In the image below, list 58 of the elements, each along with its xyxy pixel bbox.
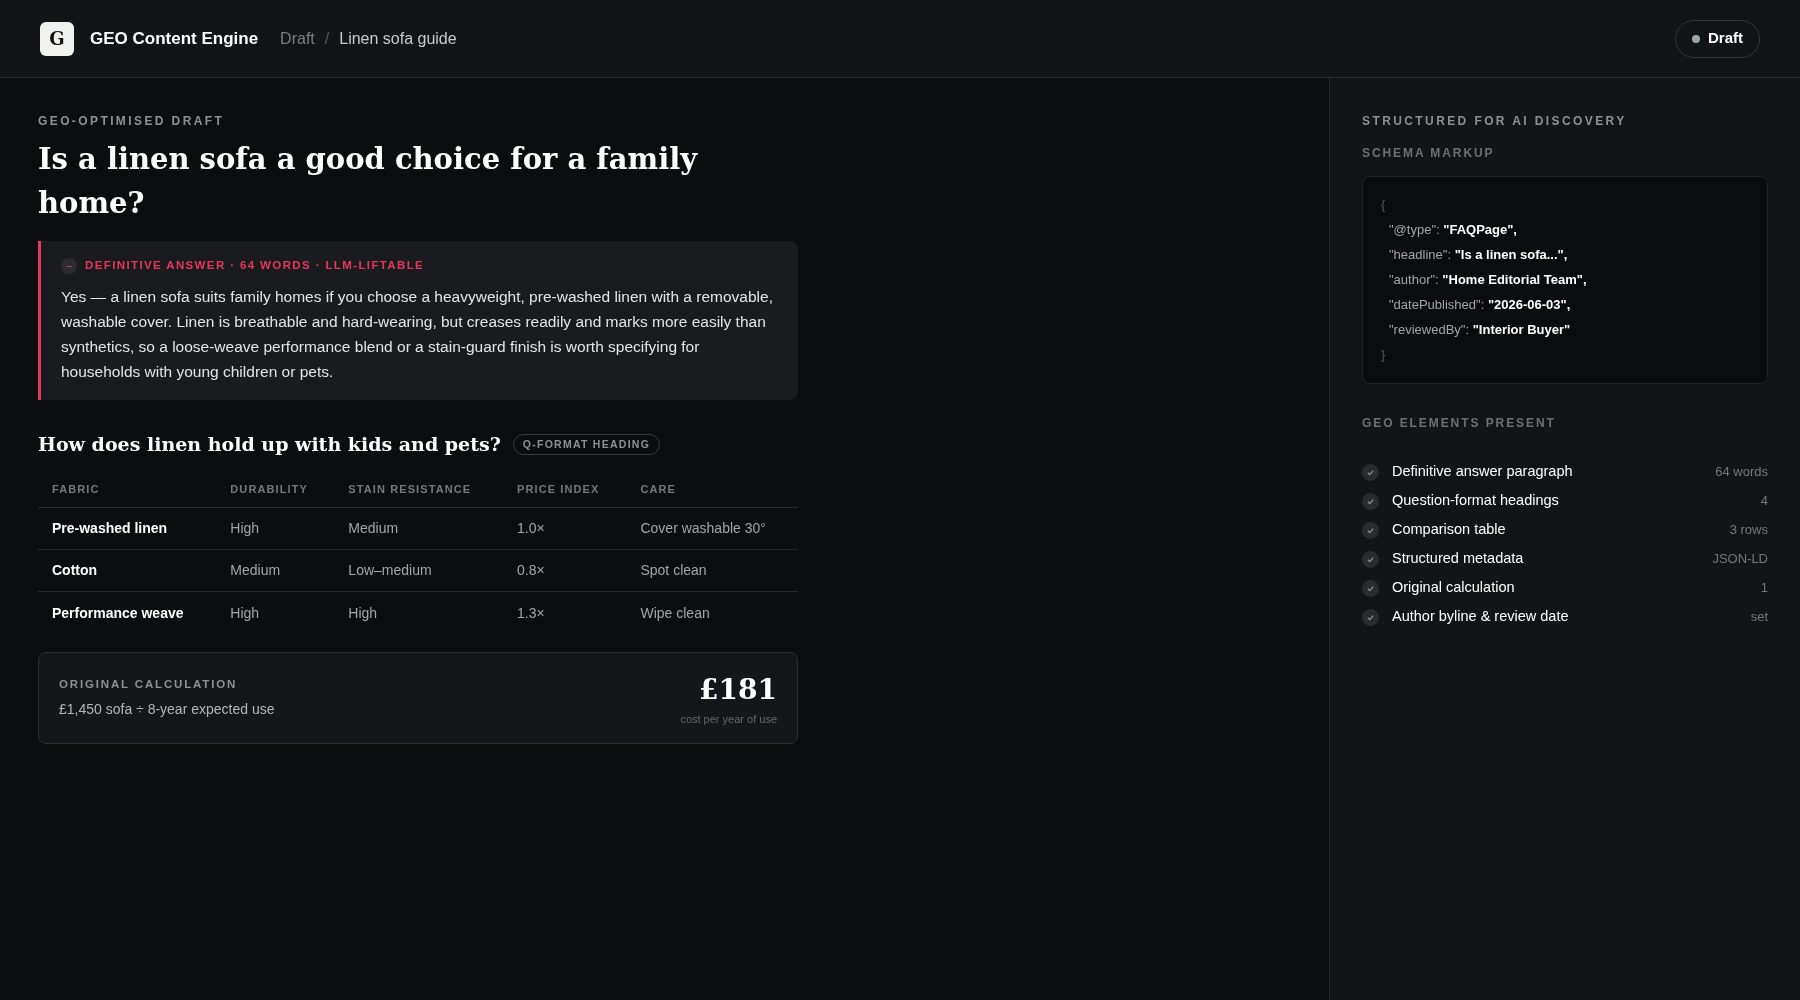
column-header: PRICE INDEX xyxy=(503,476,627,508)
element-label: Original calculation xyxy=(1392,578,1515,598)
breadcrumb-link[interactable]: Draft xyxy=(280,26,315,51)
table-cell: Cover washable 30° xyxy=(626,507,798,550)
table-cell: High xyxy=(216,507,335,550)
schema-title: SCHEMA MARKUP xyxy=(1362,145,1496,162)
column-header: FABRIC xyxy=(38,476,217,508)
element-label: Definitive answer paragraph xyxy=(1392,462,1573,482)
elements-title: GEO ELEMENTS PRESENT xyxy=(1362,415,1557,432)
table-cell: Low–medium xyxy=(334,549,504,592)
calculation-caption: cost per year of use xyxy=(680,711,777,727)
table-cell: 1.3× xyxy=(503,591,627,634)
calculation-formula: £1,450 sofa ÷ 8-year expected use xyxy=(59,700,275,720)
table-cell: Wipe clean xyxy=(626,591,798,634)
element-value: 3 rows xyxy=(1729,521,1768,540)
code-line: "datePublished": "2026-06-03", xyxy=(1388,296,1572,314)
article-title: Is a linen sofa a good choice for a family home? xyxy=(38,141,699,222)
section-heading: How does linen hold up with kids and pets? xyxy=(38,432,501,458)
element-label: Question-format headings xyxy=(1392,491,1559,511)
element-label: Structured metadata xyxy=(1392,549,1524,569)
table-cell: 1.0× xyxy=(503,507,627,550)
table-cell: Pre-washed linen xyxy=(38,507,217,550)
element-value: 1 xyxy=(1760,579,1768,598)
code-line: "reviewedBy": "Interior Buyer" xyxy=(1388,321,1572,339)
code-line: "author": "Home Editorial Team", xyxy=(1388,271,1588,289)
code-brace: } xyxy=(1381,346,1387,364)
status-label: Draft xyxy=(1708,28,1743,49)
table-cell: Medium xyxy=(334,507,504,550)
app-name: GEO Content Engine xyxy=(90,27,259,50)
column-header: CARE xyxy=(626,476,798,508)
table-cell: Performance weave xyxy=(38,591,217,634)
breadcrumb-separator: / xyxy=(324,28,330,49)
element-value: JSON-LD xyxy=(1712,550,1768,569)
table-cell: Medium xyxy=(216,549,335,592)
calculation-label: ORIGINAL CALCULATION xyxy=(59,676,239,692)
element-value: set xyxy=(1750,608,1768,627)
table-cell: High xyxy=(216,591,335,634)
column-header: DURABILITY xyxy=(216,476,335,508)
element-value: 4 xyxy=(1760,492,1768,511)
minus-icon: – xyxy=(61,257,77,274)
eyebrow-label: GEO-OPTIMISED DRAFT xyxy=(38,113,226,130)
sidebar-title: STRUCTURED FOR AI DISCOVERY xyxy=(1362,113,1628,130)
answer-label: DEFINITIVE ANSWER · 64 WORDS · LLM-LIFTABLE xyxy=(85,258,425,273)
breadcrumb-link[interactable]: Linen sofa guide xyxy=(339,26,457,51)
element-label: Comparison table xyxy=(1392,520,1506,540)
table-cell: High xyxy=(334,591,504,634)
code-brace: { xyxy=(1381,196,1387,214)
table-cell: Cotton xyxy=(38,549,217,592)
code-line: "headline": "Is a linen sofa...", xyxy=(1388,246,1569,264)
element-label: Author byline & review date xyxy=(1392,607,1569,627)
column-header: STAIN RESISTANCE xyxy=(334,476,504,508)
answer-paragraph: Yes — a linen sofa suits family homes if you choose a heavyweight, pre-washed linen with a removable, washable cover. Linen is breathable and hard-wearing, but creases readily and marks more easily than synthetics, so a loose-weave performance blend or a stain-guard finish is worth specifying for households with young children or pets. xyxy=(61,287,774,383)
logo: G xyxy=(40,21,74,56)
table-cell: Spot clean xyxy=(626,549,798,592)
table-cell: 0.8× xyxy=(503,549,627,592)
calculation-value: £181 xyxy=(699,671,777,708)
element-value: 64 words xyxy=(1715,463,1768,482)
code-line: "@type": "FAQPage", xyxy=(1388,221,1518,239)
